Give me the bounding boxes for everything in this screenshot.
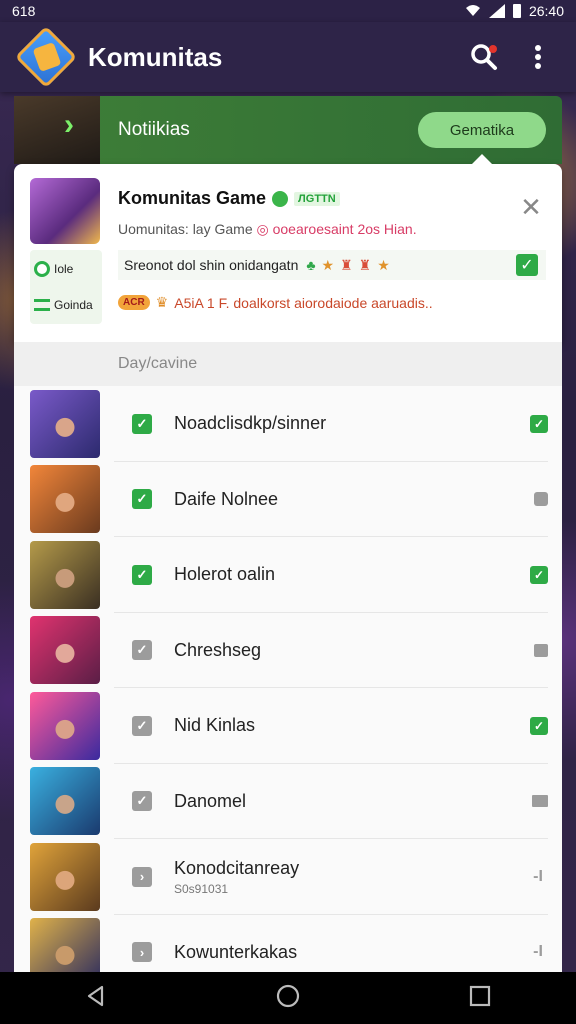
section-header: Day/cavine xyxy=(14,342,562,386)
popup-line-1: Sreonot dol shin onidangatn ♣ ★ ♜ ♜ ★ ✓ xyxy=(118,250,546,280)
community-popup: Komunitas Game ЛGTTN Uomunitas: lay Game… xyxy=(14,154,562,342)
popup-title: Komunitas Game xyxy=(118,188,267,208)
avatar xyxy=(30,389,100,458)
recents-button[interactable] xyxy=(468,984,492,1013)
item-name: Danomel xyxy=(174,790,247,811)
member-list-panel: Day/cavine ✓ Noadclisdkp/sinner ✓ ✓ Daif… xyxy=(14,342,562,987)
more-vert-icon xyxy=(535,45,541,69)
notification-action-button[interactable]: Gematika xyxy=(418,112,546,148)
list-item[interactable]: ✓ Nid Kinlas ✓ xyxy=(14,688,562,764)
avatar xyxy=(30,540,100,609)
reaction-icons: ♣ ★ ♜ ♜ ★ xyxy=(306,256,390,273)
checkbox[interactable]: ✓ xyxy=(132,413,152,434)
game-thumbnail xyxy=(30,178,100,244)
book-icon[interactable] xyxy=(532,795,548,808)
notification-avatar xyxy=(14,96,100,164)
square-icon[interactable] xyxy=(534,492,548,507)
popup-checkbox[interactable]: ✓ xyxy=(516,254,538,276)
list-item[interactable]: ✓ Daife Nolnee xyxy=(14,462,562,537)
trophy-icon: ♛ xyxy=(155,294,169,310)
status-bar: 618 26:40 xyxy=(0,0,576,22)
search-button[interactable] xyxy=(464,37,504,77)
pill-badge: ACR xyxy=(118,295,150,310)
status-left-text: 618 xyxy=(12,3,36,19)
back-icon xyxy=(87,985,103,1006)
tag-1[interactable]: Iole xyxy=(34,254,98,284)
item-name: Noadclisdkp/sinner xyxy=(174,413,327,434)
list-item[interactable]: › Konodcitanreay S0s91031 -I xyxy=(14,839,562,915)
list-item[interactable]: ✓ Danomel xyxy=(14,764,562,839)
check-icon[interactable]: ✓ xyxy=(530,565,548,584)
checkbox[interactable]: ✓ xyxy=(132,640,152,661)
dash-icon[interactable]: -I xyxy=(528,868,548,886)
item-subtext: S0s91031 xyxy=(174,881,229,896)
check-icon[interactable]: ✓ xyxy=(530,414,548,433)
system-nav-bar xyxy=(0,972,576,1024)
home-button[interactable] xyxy=(275,983,301,1014)
avatar xyxy=(30,616,100,685)
verified-badge: ЛGTTN xyxy=(294,191,340,206)
back-button[interactable] xyxy=(84,984,108,1013)
app-logo xyxy=(14,25,78,89)
item-name: Holerot oalin xyxy=(174,564,276,585)
dash-icon[interactable]: -I xyxy=(528,943,548,961)
notification-label: Notiikias xyxy=(118,119,190,140)
home-icon xyxy=(276,984,300,1007)
app-bar: Komunitas xyxy=(0,22,576,92)
status-time: 26:40 xyxy=(528,3,564,19)
battery-icon xyxy=(512,4,521,18)
popup-line-2: ACR ♛ A5iA 1 F. doalkorst aiorodaiode aa… xyxy=(118,294,546,311)
wifi-icon xyxy=(465,3,481,20)
circle-icon xyxy=(34,261,50,277)
avatar xyxy=(30,465,100,534)
avatar xyxy=(30,842,100,911)
popup-tags: Iole Goinda xyxy=(30,250,102,324)
close-button[interactable]: ✕ xyxy=(516,192,546,250)
recents-icon xyxy=(470,985,491,1006)
list-icon xyxy=(34,299,50,311)
more-options-button[interactable] xyxy=(518,37,558,77)
app-title: Komunitas xyxy=(88,41,223,72)
avatar xyxy=(30,767,100,836)
checkbox[interactable]: › xyxy=(132,942,152,963)
list-item[interactable]: ✓ Noadclisdkp/sinner ✓ xyxy=(14,386,562,462)
close-icon: ✕ xyxy=(520,192,542,222)
checkbox[interactable]: › xyxy=(132,866,152,887)
check-icon[interactable]: ✓ xyxy=(530,716,548,735)
checkbox[interactable]: ✓ xyxy=(132,564,152,585)
checkbox[interactable]: ✓ xyxy=(132,489,152,510)
item-name: Nid Kinlas xyxy=(174,715,256,736)
list-item[interactable]: ✓ Holerot oalin ✓ xyxy=(14,537,562,613)
list-item[interactable]: ✓ Chreshseg xyxy=(14,613,562,688)
item-name: Kowunterkakas xyxy=(174,941,298,962)
item-name: Chreshseg xyxy=(174,639,262,660)
popup-subtitle: Uomunitas: lay Game ◎ ooearoesaint 2os H… xyxy=(118,221,417,237)
avatar xyxy=(30,691,100,760)
item-name: Daife Nolnee xyxy=(174,488,279,509)
status-dot-icon xyxy=(272,190,289,207)
item-name: Konodcitanreay xyxy=(174,857,300,878)
tag-2[interactable]: Goinda xyxy=(34,290,98,320)
search-icon xyxy=(471,44,497,70)
checkbox[interactable]: ✓ xyxy=(132,715,152,736)
signal-icon xyxy=(488,4,505,18)
checkbox[interactable]: ✓ xyxy=(132,791,152,812)
chat-icon[interactable] xyxy=(534,643,548,657)
